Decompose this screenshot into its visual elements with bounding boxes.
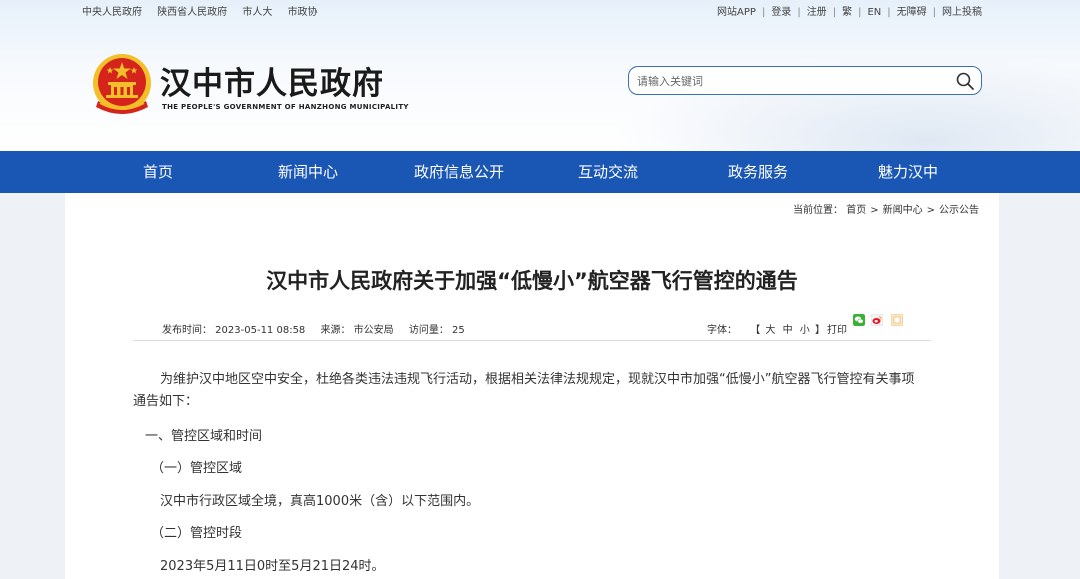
nav-info-disclosure[interactable]: 政府信息公开: [414, 151, 504, 193]
main-nav: 首页 新闻中心 政府信息公开 互动交流 政务服务 魅力汉中: [0, 151, 1080, 193]
link-accessibility[interactable]: 无障碍: [897, 7, 927, 18]
subsection-heading: （二）管控时段: [151, 526, 243, 541]
separator: |: [887, 7, 891, 18]
header-background: [560, 40, 1080, 151]
article-source: 来源： 市公安局: [320, 325, 394, 336]
link-submit[interactable]: 网上投稿: [942, 7, 982, 18]
breadcrumb-separator: >: [926, 205, 935, 216]
article-meta: 发布时间： 2023-05-11 08:58 来源： 市公安局 访问量： 25: [162, 321, 477, 336]
breadcrumb-notices[interactable]: 公示公告: [939, 205, 979, 216]
breadcrumb-label: 当前位置：: [793, 205, 844, 216]
font-small-button[interactable]: 小: [800, 325, 810, 336]
font-size-label: 字体：: [707, 325, 737, 336]
link-cppcc[interactable]: 市政协: [288, 7, 318, 18]
site-header: 中央人民政府 陕西省人民政府 市人大 市政协 网站APP | 登录 | 注册 | 繁 | EN |…: [0, 0, 1080, 151]
search-box: [628, 66, 982, 95]
search-input[interactable]: [637, 72, 937, 90]
publish-time: 发布时间： 2023-05-11 08:58: [162, 325, 306, 336]
font-size-control: 字体： 【 大 中 小 】: [707, 321, 825, 336]
paragraph: 为维护汉中地区空中安全，杜绝各类违法违规飞行活动，根据相关法律法规规定，现就汉中…: [160, 372, 915, 387]
meta-divider: [133, 340, 931, 341]
nav-interaction[interactable]: 互动交流: [578, 151, 638, 193]
nav-home[interactable]: 首页: [143, 151, 173, 193]
breadcrumb-home[interactable]: 首页: [846, 205, 866, 216]
site-title[interactable]: 汉中市人民政府: [160, 58, 384, 103]
print-button[interactable]: 打印: [827, 321, 847, 336]
link-register[interactable]: 注册: [807, 7, 827, 18]
paragraph: 2023年5月11日0时至5月21日24时。: [160, 559, 385, 574]
font-bracket-close: 】: [814, 325, 825, 336]
site-subtitle: THE PEOPLE'S GOVERNMENT OF HANZHONG MUNI…: [162, 103, 409, 111]
separator: |: [932, 7, 936, 18]
link-app[interactable]: 网站APP: [717, 7, 756, 18]
article-container: 当前位置： 首页 > 新闻中心 > 公示公告 汉中市人民政府关于加强“低慢小”航空器飞行…: [65, 193, 999, 579]
font-medium-button[interactable]: 中: [783, 325, 793, 336]
separator: |: [761, 7, 766, 18]
link-npc[interactable]: 市人大: [242, 7, 272, 18]
paragraph: 汉中市行政区域全境，真高1000米（含）以下范围内。: [160, 494, 480, 509]
wechat-icon[interactable]: [853, 314, 865, 326]
link-central-gov[interactable]: 中央人民政府: [82, 7, 142, 18]
top-links-left: 中央人民政府 陕西省人民政府 市人大 市政协: [82, 3, 330, 18]
font-large-button[interactable]: 大: [765, 325, 775, 336]
nav-charm-hanzhong[interactable]: 魅力汉中: [878, 151, 938, 193]
article-title: 汉中市人民政府关于加强“低慢小”航空器飞行管控的通告: [266, 269, 798, 293]
breadcrumb: 当前位置： 首页 > 新闻中心 > 公示公告: [793, 201, 979, 216]
paragraph: 通告如下：: [133, 394, 199, 409]
breadcrumb-separator: >: [870, 205, 879, 216]
separator: |: [858, 7, 862, 18]
link-login[interactable]: 登录: [771, 7, 791, 18]
search-icon[interactable]: [955, 71, 975, 91]
national-emblem-icon[interactable]: [92, 53, 152, 121]
top-links-right: 网站APP | 登录 | 注册 | 繁 | EN | 无障碍 | 网上投稿: [717, 3, 982, 18]
nav-news[interactable]: 新闻中心: [278, 151, 338, 193]
section-heading: 一、管控区域和时间: [145, 429, 263, 444]
qzone-icon[interactable]: [891, 314, 903, 326]
view-count: 访问量： 25: [408, 325, 465, 336]
separator: |: [797, 7, 801, 18]
link-english[interactable]: EN: [867, 7, 881, 18]
nav-services[interactable]: 政务服务: [728, 151, 788, 193]
link-shaanxi-gov[interactable]: 陕西省人民政府: [157, 7, 227, 18]
separator: |: [832, 7, 837, 18]
subsection-heading: （一）管控区域: [151, 461, 243, 476]
font-bracket-open: 【: [750, 325, 761, 336]
link-traditional[interactable]: 繁: [842, 7, 852, 18]
weibo-icon[interactable]: [871, 314, 883, 326]
breadcrumb-news[interactable]: 新闻中心: [883, 205, 923, 216]
